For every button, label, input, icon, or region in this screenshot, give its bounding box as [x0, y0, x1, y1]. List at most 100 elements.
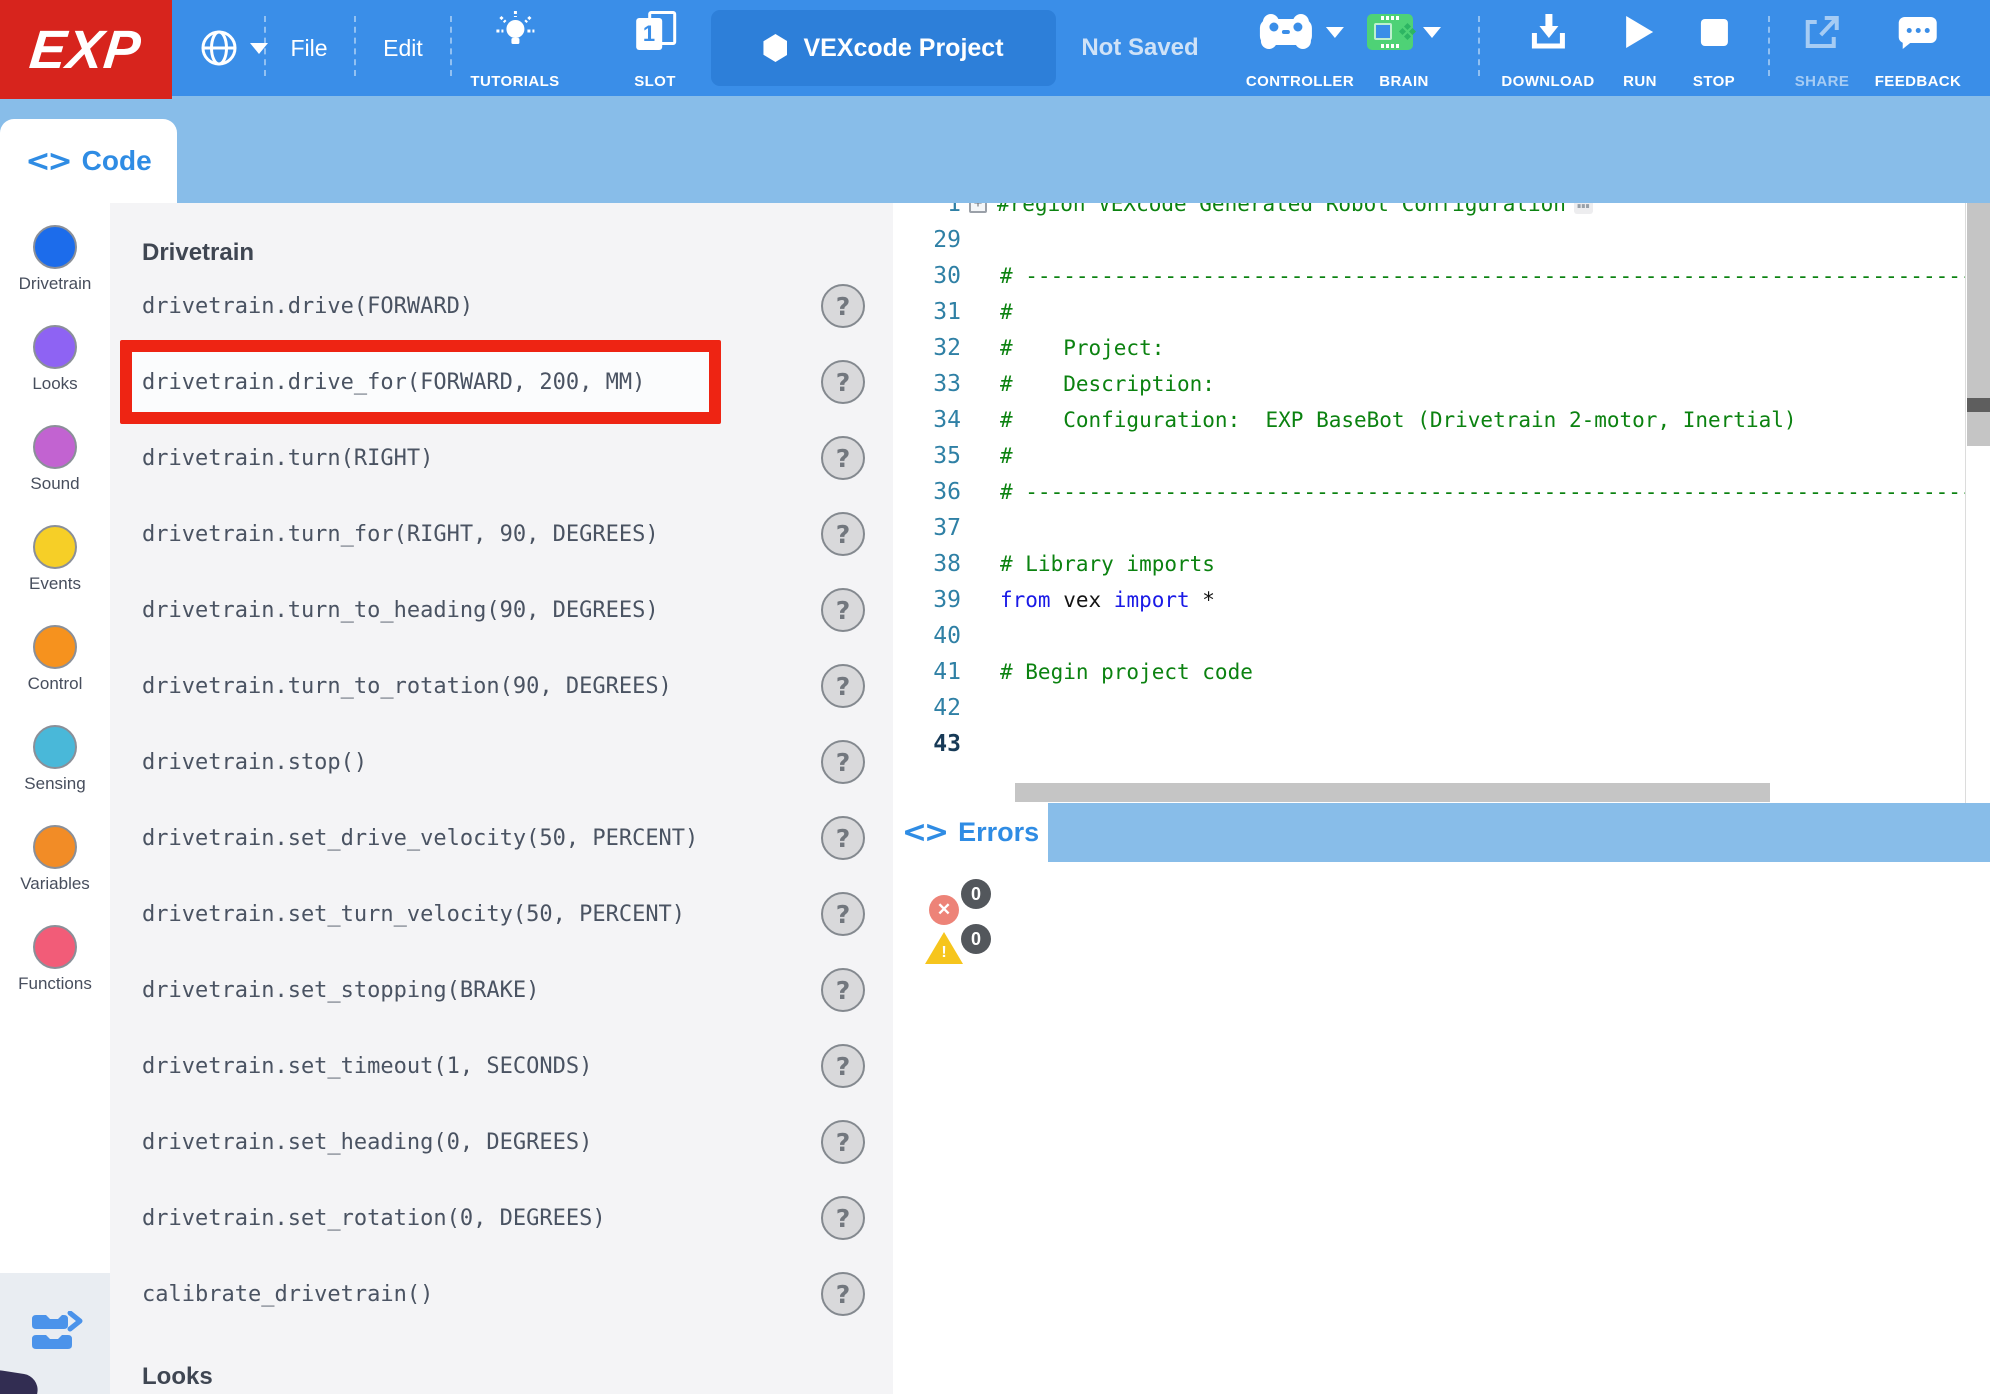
- help-button[interactable]: ?: [821, 664, 865, 708]
- help-button[interactable]: ?: [821, 284, 865, 328]
- palette-item[interactable]: drivetrain.set_turn_velocity(50, PERCENT…: [110, 876, 893, 952]
- tab-code[interactable]: <> Code: [0, 119, 177, 203]
- code-line-content: # Project:: [1000, 336, 1164, 360]
- vexcode-app-window: File Edit TUTORIALS: [0, 0, 1990, 1394]
- line-number: 37: [893, 515, 961, 541]
- controller-button[interactable]: CONTROLLER: [1246, 8, 1354, 90]
- line-number: 33: [893, 371, 961, 397]
- line-number: 34: [893, 407, 961, 433]
- palette-item-code[interactable]: drivetrain.drive_for(FORWARD, 200, MM): [142, 370, 645, 395]
- sidebar-item-control[interactable]: Control: [0, 625, 110, 725]
- help-button[interactable]: ?: [821, 968, 865, 1012]
- palette-item[interactable]: drivetrain.stop()?: [110, 724, 893, 800]
- tutorials-button[interactable]: TUTORIALS: [470, 8, 559, 90]
- sidebar-item-variables[interactable]: Variables: [0, 825, 110, 925]
- feedback-icon: [1899, 8, 1937, 56]
- share-button[interactable]: SHARE: [1795, 8, 1850, 90]
- brain-button[interactable]: BRAIN: [1367, 8, 1441, 90]
- code-editor[interactable]: 1+#region VEXcode Generated Robot Config…: [893, 203, 1990, 803]
- fold-icon[interactable]: +: [969, 203, 987, 213]
- errors-panel-bar: [893, 803, 1990, 862]
- help-button[interactable]: ?: [821, 1196, 865, 1240]
- project-title: VEXcode Project: [803, 34, 1003, 63]
- palette-item[interactable]: drivetrain.set_timeout(1, SECONDS)?: [110, 1028, 893, 1104]
- vertical-scrollbar[interactable]: [1965, 203, 1990, 803]
- palette-item[interactable]: drivetrain.set_heading(0, DEGREES)?: [110, 1104, 893, 1180]
- code-line: 42: [893, 690, 1990, 726]
- sidebar-item-functions[interactable]: Functions: [0, 925, 110, 1025]
- looks-category-icon: [33, 325, 77, 369]
- palette-item-code[interactable]: drivetrain.set_drive_velocity(50, PERCEN…: [142, 826, 698, 851]
- menu-divider: [1478, 16, 1480, 76]
- sidebar-item-events[interactable]: Events: [0, 525, 110, 625]
- palette-item-code[interactable]: drivetrain.set_turn_velocity(50, PERCENT…: [142, 902, 685, 927]
- palette-next-section-header: Looks: [142, 1363, 213, 1391]
- palette-item[interactable]: drivetrain.set_stopping(BRAKE)?: [110, 952, 893, 1028]
- language-menu[interactable]: [198, 0, 268, 96]
- controller-label: CONTROLLER: [1246, 73, 1354, 90]
- palette-item-highlighted[interactable]: drivetrain.drive_for(FORWARD, 200, MM)?: [110, 344, 893, 420]
- help-button[interactable]: ?: [821, 1272, 865, 1316]
- palette-item-code[interactable]: drivetrain.turn(RIGHT): [142, 446, 433, 471]
- sidebar-item-sound[interactable]: Sound: [0, 425, 110, 525]
- help-button[interactable]: ?: [821, 360, 865, 404]
- palette-item-code[interactable]: calibrate_drivetrain(): [142, 1282, 433, 1307]
- help-button[interactable]: ?: [821, 1120, 865, 1164]
- menu-divider: [354, 16, 356, 76]
- vertical-scrollbar-thumb-end[interactable]: [1967, 398, 1990, 412]
- palette-item-code[interactable]: drivetrain.turn_to_heading(90, DEGREES): [142, 598, 659, 623]
- palette-item[interactable]: calibrate_drivetrain()?: [110, 1256, 893, 1332]
- palette-item-code[interactable]: drivetrain.stop(): [142, 750, 367, 775]
- help-button[interactable]: ?: [821, 816, 865, 860]
- line-number: 36: [893, 479, 961, 505]
- tab-errors[interactable]: <> Errors: [893, 803, 1048, 862]
- palette-item-code[interactable]: drivetrain.set_stopping(BRAKE): [142, 978, 539, 1003]
- stop-button[interactable]: STOP: [1693, 8, 1735, 90]
- help-button[interactable]: ?: [821, 740, 865, 784]
- help-button[interactable]: ?: [821, 588, 865, 632]
- code-line: 33# Description:: [893, 366, 1990, 402]
- help-button[interactable]: ?: [821, 892, 865, 936]
- palette-item[interactable]: drivetrain.set_drive_velocity(50, PERCEN…: [110, 800, 893, 876]
- palette-item-code[interactable]: drivetrain.drive(FORWARD): [142, 294, 473, 319]
- code-line: 39from vex import *: [893, 582, 1990, 618]
- help-button[interactable]: ?: [821, 436, 865, 480]
- edit-menu[interactable]: Edit: [383, 0, 423, 96]
- help-button[interactable]: ?: [821, 512, 865, 556]
- chevron-down-icon: [1326, 27, 1344, 38]
- feedback-button[interactable]: FEEDBACK: [1875, 8, 1962, 90]
- code-line-content: # Library imports: [1000, 552, 1215, 576]
- palette-item-code[interactable]: drivetrain.set_rotation(0, DEGREES): [142, 1206, 606, 1231]
- palette-item[interactable]: drivetrain.turn_to_heading(90, DEGREES)?: [110, 572, 893, 648]
- help-button[interactable]: ?: [821, 1044, 865, 1088]
- code-line-content: #: [1000, 444, 1013, 468]
- category-label: Variables: [20, 874, 90, 894]
- project-name-button[interactable]: VEXcode Project: [711, 10, 1056, 86]
- palette-item[interactable]: drivetrain.turn_to_rotation(90, DEGREES)…: [110, 648, 893, 724]
- run-button[interactable]: RUN: [1623, 8, 1657, 90]
- line-number: 32: [893, 335, 961, 361]
- palette-item-code[interactable]: drivetrain.turn_for(RIGHT, 90, DEGREES): [142, 522, 659, 547]
- palette-item[interactable]: drivetrain.drive(FORWARD)?: [110, 268, 893, 344]
- palette-rows: drivetrain.drive(FORWARD)?drivetrain.dri…: [110, 268, 893, 1332]
- sidebar-item-looks[interactable]: Looks: [0, 325, 110, 425]
- palette-item[interactable]: drivetrain.set_rotation(0, DEGREES)?: [110, 1180, 893, 1256]
- file-menu[interactable]: File: [290, 0, 327, 96]
- horizontal-scrollbar[interactable]: [1015, 783, 1770, 802]
- sidebar-item-drivetrain[interactable]: Drivetrain: [0, 225, 110, 325]
- palette-item-code[interactable]: drivetrain.set_heading(0, DEGREES): [142, 1130, 592, 1155]
- slot-button[interactable]: 1 SLOT: [634, 8, 676, 90]
- code-line: 40: [893, 618, 1990, 654]
- palette-item[interactable]: drivetrain.turn_for(RIGHT, 90, DEGREES)?: [110, 496, 893, 572]
- sidebar-item-sensing[interactable]: Sensing: [0, 725, 110, 825]
- palette-item-code[interactable]: drivetrain.turn_to_rotation(90, DEGREES): [142, 674, 672, 699]
- download-button[interactable]: DOWNLOAD: [1501, 8, 1594, 90]
- code-lines: 1+#region VEXcode Generated Robot Config…: [893, 203, 1990, 762]
- code-line-content: # Begin project code: [1000, 660, 1253, 684]
- stop-icon: [1700, 19, 1727, 46]
- chevron-down-icon: [1423, 27, 1441, 38]
- code-line: 35#: [893, 438, 1990, 474]
- palette-item[interactable]: drivetrain.turn(RIGHT)?: [110, 420, 893, 496]
- palette-item-code[interactable]: drivetrain.set_timeout(1, SECONDS): [142, 1054, 592, 1079]
- collapsed-region-marker[interactable]: …: [1574, 203, 1593, 214]
